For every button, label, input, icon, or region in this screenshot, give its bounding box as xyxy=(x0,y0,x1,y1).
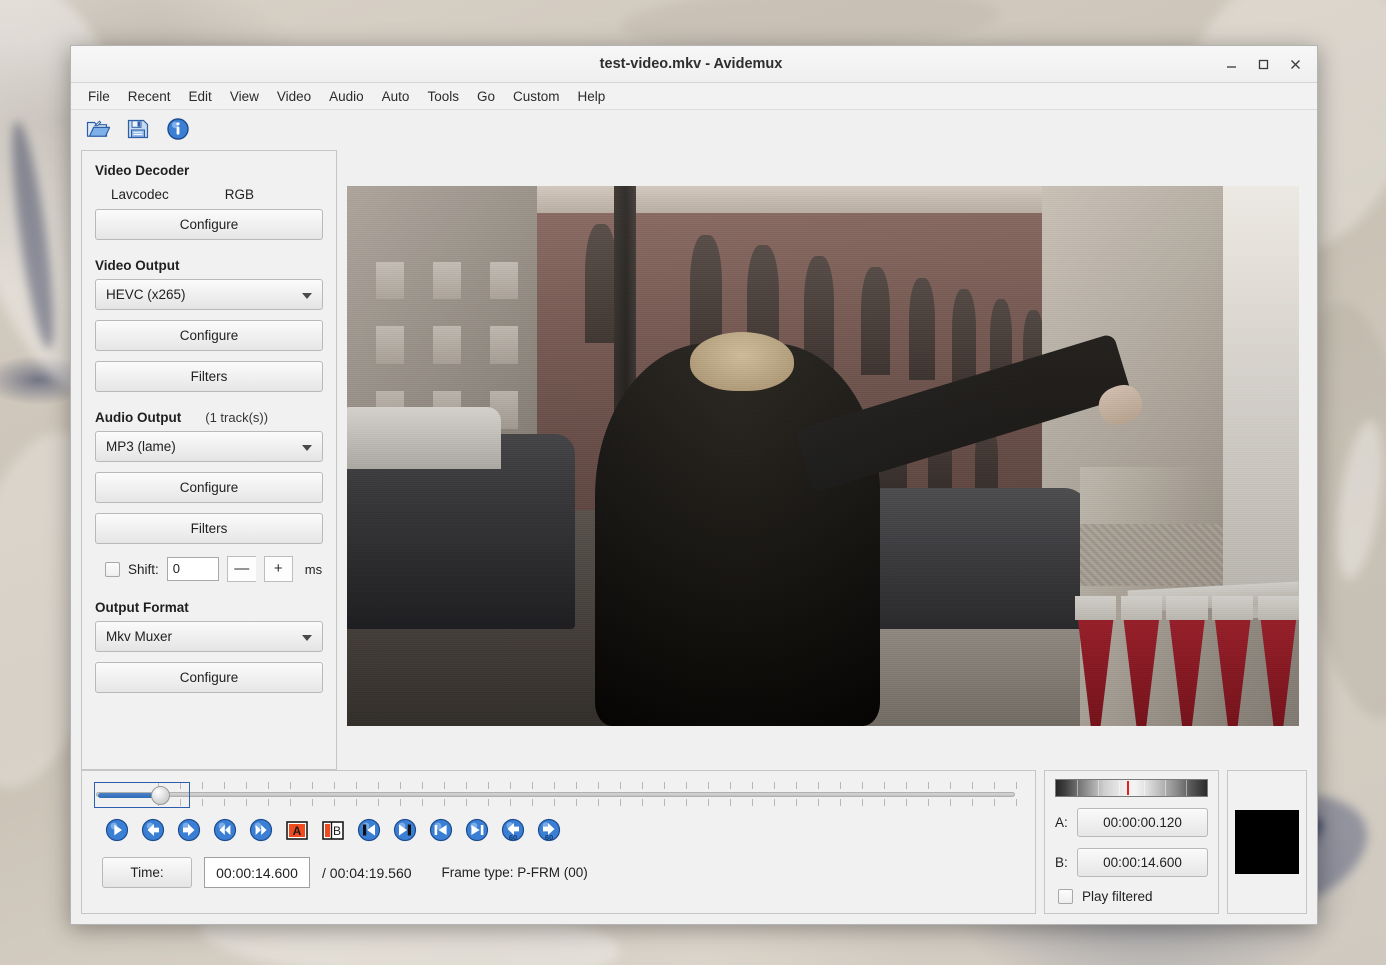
file-info-button[interactable] xyxy=(165,116,191,142)
seek-handle[interactable] xyxy=(151,786,170,805)
save-floppy-icon xyxy=(126,118,150,140)
menu-audio[interactable]: Audio xyxy=(320,85,373,108)
play-button[interactable] xyxy=(104,817,130,843)
video-output-title: Video Output xyxy=(95,258,323,273)
video-preview[interactable] xyxy=(347,186,1299,726)
timeline-ticks-bottom xyxy=(158,799,1019,823)
svg-text:B: B xyxy=(333,824,341,838)
play-filtered-checkbox[interactable] xyxy=(1058,889,1073,904)
open-folder-icon xyxy=(86,118,110,140)
play-icon xyxy=(105,818,129,842)
avidemux-window: test-video.mkv - Avidemux File Recent Ed… xyxy=(70,45,1318,925)
output-format-title: Output Format xyxy=(95,600,323,615)
video-decoder-title: Video Decoder xyxy=(95,163,323,178)
open-file-button[interactable] xyxy=(85,116,111,142)
playback-controls-panel: A B xyxy=(81,770,1036,914)
menu-help[interactable]: Help xyxy=(569,85,615,108)
audio-configure-button[interactable]: Configure xyxy=(95,472,323,503)
window-title: test-video.mkv - Avidemux xyxy=(71,56,1215,72)
video-filters-button[interactable]: Filters xyxy=(95,361,323,392)
seek-track[interactable] xyxy=(96,792,1015,797)
audio-shift-checkbox[interactable] xyxy=(105,562,120,577)
audio-shift-input[interactable]: 0 xyxy=(167,557,219,581)
video-codec-value: HEVC (x265) xyxy=(106,287,186,302)
marker-a-value[interactable]: 00:00:00.120 xyxy=(1077,808,1208,837)
audio-output-title: Audio Output xyxy=(95,410,181,425)
play-filtered-label: Play filtered xyxy=(1082,889,1153,904)
chevron-down-icon xyxy=(302,635,312,641)
marker-b-value[interactable]: 00:00:14.600 xyxy=(1077,848,1208,877)
chevron-down-icon xyxy=(302,293,312,299)
minimize-button[interactable] xyxy=(1215,50,1247,78)
playback-bar: A B xyxy=(71,764,1317,924)
video-decoder-info: Lavcodec RGB xyxy=(95,184,323,209)
audio-shift-row: Shift: 0 — + ms xyxy=(95,556,323,582)
video-configure-button[interactable]: Configure xyxy=(95,320,323,351)
seek-slider[interactable] xyxy=(88,779,1029,809)
marker-a-row: A: 00:00:00.120 xyxy=(1055,808,1208,837)
save-file-button[interactable] xyxy=(125,116,151,142)
menu-custom[interactable]: Custom xyxy=(504,85,569,108)
menu-view[interactable]: View xyxy=(221,85,268,108)
audio-codec-value: MP3 (lame) xyxy=(106,439,176,454)
menu-file[interactable]: File xyxy=(79,85,119,108)
window-controls xyxy=(1215,50,1317,78)
video-decoder-configure-button[interactable]: Configure xyxy=(95,209,323,240)
audio-shift-increment-button[interactable]: + xyxy=(264,556,293,582)
marker-b-label: B: xyxy=(1055,855,1069,870)
title-bar[interactable]: test-video.mkv - Avidemux xyxy=(71,46,1317,83)
main-toolbar xyxy=(71,110,1317,148)
output-format-select[interactable]: Mkv Muxer xyxy=(95,621,323,652)
frame-type-label: Frame type: P-FRM (00) xyxy=(442,865,588,880)
output-format-value: Mkv Muxer xyxy=(106,629,172,644)
audio-shift-units: ms xyxy=(305,562,322,577)
time-button[interactable]: Time: xyxy=(102,857,192,888)
chevron-down-icon xyxy=(302,445,312,451)
output-format-configure-button[interactable]: Configure xyxy=(95,662,323,693)
marker-b-row: B: 00:00:14.600 xyxy=(1055,848,1208,877)
menu-recent[interactable]: Recent xyxy=(119,85,180,108)
decoder-colorspace: RGB xyxy=(225,187,254,202)
seek-focus-ring xyxy=(94,782,190,808)
maximize-button[interactable] xyxy=(1247,50,1279,78)
audio-codec-select[interactable]: MP3 (lame) xyxy=(95,431,323,462)
thumbnail-panel xyxy=(1227,770,1307,914)
audio-filters-button[interactable]: Filters xyxy=(95,513,323,544)
video-codec-select[interactable]: HEVC (x265) xyxy=(95,279,323,310)
menu-go[interactable]: Go xyxy=(468,85,504,108)
volume-meter xyxy=(1055,779,1208,797)
position-marker xyxy=(1127,781,1129,795)
video-preview-container xyxy=(337,148,1307,764)
time-row: Time: 00:00:14.600 / 00:04:19.560 Frame … xyxy=(88,843,1029,888)
frame-thumbnail xyxy=(1235,810,1299,874)
menu-edit[interactable]: Edit xyxy=(180,85,221,108)
decoder-name: Lavcodec xyxy=(111,187,169,202)
audio-track-count: (1 track(s)) xyxy=(205,410,268,425)
svg-text:60: 60 xyxy=(545,833,553,842)
total-duration-label: / 00:04:19.560 xyxy=(322,865,412,881)
audio-output-title-row: Audio Output (1 track(s)) xyxy=(95,410,323,425)
ab-selection-panel: A: 00:00:00.120 B: 00:00:14.600 Play fil… xyxy=(1044,770,1219,914)
menu-video[interactable]: Video xyxy=(268,85,320,108)
menu-bar: File Recent Edit View Video Audio Auto T… xyxy=(71,83,1317,110)
menu-auto[interactable]: Auto xyxy=(373,85,419,108)
menu-tools[interactable]: Tools xyxy=(418,85,468,108)
play-filtered-row: Play filtered xyxy=(1055,889,1208,904)
current-time-input[interactable]: 00:00:14.600 xyxy=(204,857,310,888)
info-icon xyxy=(166,117,190,141)
encoder-settings-sidebar: Video Decoder Lavcodec RGB Configure Vid… xyxy=(81,150,337,770)
audio-shift-label: Shift: xyxy=(128,562,159,577)
svg-text:60: 60 xyxy=(509,833,517,842)
work-area: Video Decoder Lavcodec RGB Configure Vid… xyxy=(71,148,1317,764)
marker-a-label: A: xyxy=(1055,815,1069,830)
audio-shift-decrement-button[interactable]: — xyxy=(227,556,256,582)
svg-text:A: A xyxy=(293,824,302,838)
close-button[interactable] xyxy=(1279,50,1311,78)
